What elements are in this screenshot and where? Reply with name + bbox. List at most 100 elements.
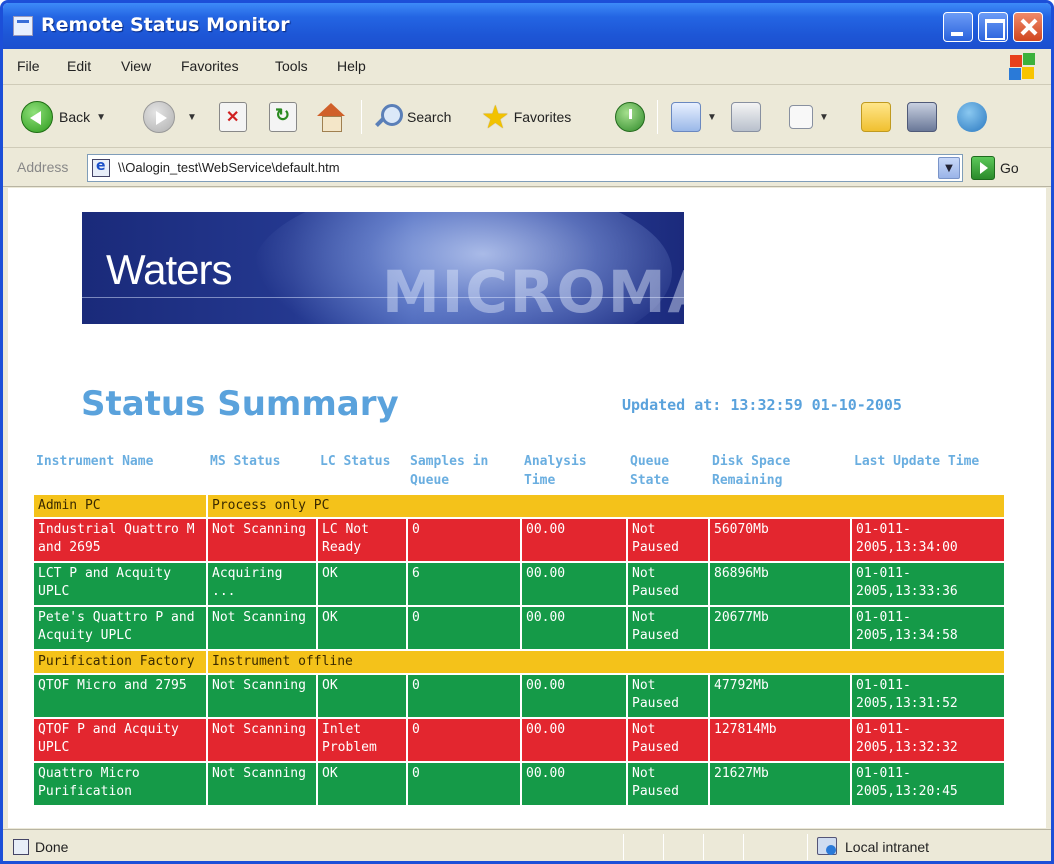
home-icon — [315, 101, 347, 133]
disk-space-cell: 20677Mb — [708, 605, 852, 651]
refresh-icon — [269, 102, 297, 132]
column-header: Samples in Queue — [410, 454, 489, 488]
security-zone: Local intranet — [845, 839, 930, 855]
address-input[interactable]: \\Oalogin_test\WebService\default.htm ▼ — [87, 154, 963, 182]
group-message: Instrument offline — [206, 649, 1006, 675]
messenger-icon — [957, 102, 987, 132]
title-bar[interactable]: Remote Status Monitor — [3, 3, 1051, 49]
samples-cell: 0 — [406, 605, 522, 651]
chevron-down-icon[interactable]: ▼ — [187, 112, 197, 123]
address-value[interactable]: \\Oalogin_test\WebService\default.htm — [118, 160, 340, 175]
group-name: Admin PC — [32, 493, 208, 519]
last-update-cell: 01-011-2005,13:34:58 — [850, 605, 1006, 651]
menu-bar: File Edit View Favorites Tools Help — [3, 49, 1051, 85]
address-bar: Address \\Oalogin_test\WebService\defaul… — [3, 149, 1051, 187]
menu-view[interactable]: View — [121, 58, 151, 74]
ms-status-cell: Not Scanning — [206, 517, 318, 563]
history-button[interactable] — [615, 98, 645, 136]
ms-status-cell: Not Scanning — [206, 673, 318, 719]
table-header-row: Instrument Name MS Status LC Status Samp… — [33, 450, 1005, 494]
analysis-time-cell: 00.00 — [520, 761, 628, 807]
mail-icon — [671, 102, 701, 132]
windows-logo-icon — [1009, 53, 1037, 81]
stop-button[interactable] — [219, 98, 247, 136]
status-divider — [807, 834, 808, 860]
disk-space-cell: 21627Mb — [708, 761, 852, 807]
search-label: Search — [407, 109, 452, 125]
forward-button[interactable]: ▼ — [143, 98, 197, 136]
search-icon — [371, 102, 403, 132]
instrument-name-cell: QTOF Micro and 2795 — [32, 673, 208, 719]
last-update-cell: 01-011-2005,13:34:00 — [850, 517, 1006, 563]
disk-space-cell: 56070Mb — [708, 517, 852, 563]
ms-status-cell: Acquiring ... — [206, 561, 318, 607]
table-row[interactable]: Pete's Quattro P and Acquity UPLC Not Sc… — [32, 605, 1006, 651]
back-button[interactable]: Back ▼ — [21, 98, 106, 136]
print-icon — [731, 102, 761, 132]
samples-cell: 0 — [406, 673, 522, 719]
updated-timestamp: Updated at: 13:32:59 01-10-2005 — [622, 396, 902, 414]
analysis-time-cell: 00.00 — [520, 561, 628, 607]
forward-arrow-icon — [143, 101, 175, 133]
disk-space-cell: 127814Mb — [708, 717, 852, 763]
ie-page-icon — [92, 158, 110, 177]
back-label: Back — [59, 109, 91, 125]
group-row[interactable]: Purification Factory Instrument offline — [32, 649, 1006, 675]
table-row[interactable]: Quattro Micro Purification Not Scanning … — [32, 761, 1006, 807]
lc-status-cell: Inlet Problem — [316, 717, 408, 763]
ie-page-icon — [13, 16, 33, 36]
research-button[interactable] — [907, 98, 937, 136]
queue-state-cell: Not Paused — [626, 561, 710, 607]
menu-edit[interactable]: Edit — [67, 58, 91, 74]
home-button[interactable] — [315, 98, 347, 136]
column-header: Instrument Name — [36, 454, 154, 469]
banner-watermark: MICROMASS — [382, 258, 684, 324]
analysis-time-cell: 00.00 — [520, 717, 628, 763]
lc-status-cell: LC Not Ready — [316, 517, 408, 563]
status-divider — [743, 834, 744, 860]
page-title: Status Summary — [81, 384, 399, 424]
analysis-time-cell: 00.00 — [520, 605, 628, 651]
instrument-name-cell: LCT P and Acquity UPLC — [32, 561, 208, 607]
chevron-down-icon[interactable]: ▼ — [96, 112, 106, 123]
instrument-name-cell: Quattro Micro Purification — [32, 761, 208, 807]
table-row[interactable]: Industrial Quattro M and 2695 Not Scanni… — [32, 517, 1006, 563]
go-arrow-icon — [971, 156, 995, 180]
print-button[interactable] — [731, 98, 761, 136]
folder-button[interactable] — [861, 98, 891, 136]
status-divider — [623, 834, 624, 860]
menu-file[interactable]: File — [17, 58, 40, 74]
minimize-button[interactable] — [943, 12, 973, 42]
table-row[interactable]: QTOF P and Acquity UPLC Not Scanning Inl… — [32, 717, 1006, 763]
refresh-button[interactable] — [269, 98, 297, 136]
edit-button[interactable]: ▼ — [789, 98, 829, 136]
group-row[interactable]: Admin PC Process only PC — [32, 493, 1006, 519]
ms-status-cell: Not Scanning — [206, 717, 318, 763]
chevron-down-icon[interactable]: ▼ — [707, 112, 717, 123]
menu-favorites[interactable]: Favorites — [181, 58, 239, 74]
last-update-cell: 01-011-2005,13:20:45 — [850, 761, 1006, 807]
queue-state-cell: Not Paused — [626, 605, 710, 651]
address-label: Address — [17, 159, 69, 175]
edit-icon — [789, 105, 813, 129]
last-update-cell: 01-011-2005,13:31:52 — [850, 673, 1006, 719]
menu-help[interactable]: Help — [337, 58, 366, 74]
lc-status-cell: OK — [316, 605, 408, 651]
table-row[interactable]: LCT P and Acquity UPLC Acquiring ... OK … — [32, 561, 1006, 607]
history-icon — [615, 102, 645, 132]
browser-window: Remote Status Monitor File Edit View Fav… — [0, 0, 1054, 864]
go-button[interactable]: Go — [971, 156, 1019, 180]
analysis-time-cell: 00.00 — [520, 673, 628, 719]
address-dropdown-button[interactable]: ▼ — [938, 157, 960, 179]
mail-button[interactable]: ▼ — [671, 98, 717, 136]
table-row[interactable]: QTOF Micro and 2795 Not Scanning OK 0 00… — [32, 673, 1006, 719]
column-header: Disk Space Remaining — [712, 454, 791, 488]
search-button[interactable]: Search — [371, 98, 451, 136]
samples-cell: 6 — [406, 561, 522, 607]
close-button[interactable] — [1013, 12, 1043, 42]
chevron-down-icon[interactable]: ▼ — [819, 112, 829, 123]
menu-tools[interactable]: Tools — [275, 58, 308, 74]
messenger-button[interactable] — [957, 98, 987, 136]
maximize-button[interactable] — [978, 12, 1008, 42]
favorites-button[interactable]: ★ Favorites — [481, 98, 571, 136]
